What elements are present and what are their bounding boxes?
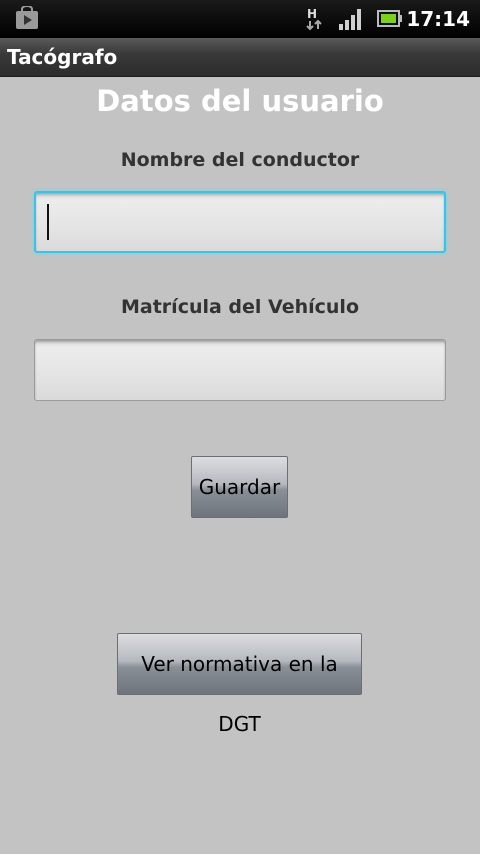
signal-icon [339,9,361,30]
network-h-icon: H [306,7,322,31]
view-dgt-regulations-button[interactable]: Ver normativa en la DGT [117,633,362,736]
status-clock: 17:14 [406,7,470,31]
status-bar: H 17:14 [0,0,480,38]
save-button[interactable]: Guardar [191,456,288,518]
app-title: Tacógrafo [7,45,118,69]
page-title: Datos del usuario [96,84,384,118]
vehicle-plate-input[interactable] [34,339,446,401]
battery-icon [377,10,402,27]
play-store-icon [16,6,38,29]
driver-name-label: Nombre del conductor [120,149,360,171]
svg-text:H: H [307,7,317,21]
vehicle-plate-label: Matrícula del Vehículo [121,296,359,318]
text-cursor [47,204,49,240]
driver-name-input[interactable] [34,191,446,253]
app-title-bar: Tacógrafo [0,38,480,77]
